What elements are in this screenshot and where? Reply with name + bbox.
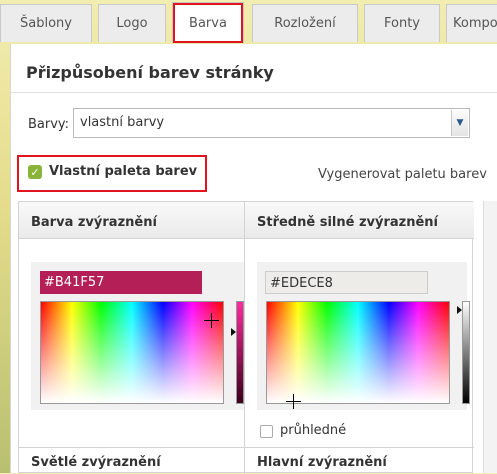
tab-label: Rozložení	[274, 16, 336, 31]
color-panel: Přizpůsobení barev stránky Barvy: vlastn…	[10, 44, 497, 474]
custom-palette-option[interactable]: ✓ Vlastní paleta barev	[17, 155, 207, 192]
column-header-medium-accent: Středně silné zvýraznění	[245, 202, 474, 239]
highlight-frame	[173, 3, 243, 43]
colors-select[interactable]: vlastní barvy ▼	[73, 108, 470, 138]
checkmark-icon[interactable]: ✓	[28, 165, 42, 179]
divider	[244, 202, 245, 474]
color-picker-medium-accent: #EDECE8	[257, 262, 470, 410]
color-spectrum[interactable]	[266, 301, 450, 409]
tab-layout[interactable]: Rozložení	[252, 4, 358, 42]
crosshair-icon	[204, 313, 219, 328]
generate-palette-link[interactable]: Vygenerovat paletu barev	[318, 167, 487, 182]
custom-palette-label: Vlastní paleta barev	[49, 164, 198, 179]
tab-label: Kompo	[453, 16, 497, 31]
transparent-checkbox[interactable]	[260, 425, 273, 438]
divider	[11, 92, 497, 93]
shade-slider[interactable]	[236, 301, 244, 404]
light-accent-label: Světlé zvýraznění	[31, 455, 161, 470]
tab-templates[interactable]: Šablony	[0, 4, 92, 42]
shade-slider[interactable]	[462, 301, 470, 404]
transparent-label: průhledné	[280, 423, 347, 438]
tab-logo[interactable]: Logo	[98, 4, 166, 42]
divider	[19, 447, 474, 448]
panel-title: Přizpůsobení barev stránky	[26, 63, 274, 82]
column-header-accent: Barva zvýraznění	[19, 202, 244, 239]
tab-color[interactable]: Barva	[172, 2, 244, 43]
slider-arrow-icon	[457, 306, 462, 314]
tab-fonts[interactable]: Fonty	[364, 4, 440, 42]
tab-bar: Šablony Logo Barva Rozložení Fonty Kompo	[0, 0, 497, 45]
tab-label: Logo	[116, 16, 148, 31]
slider-arrow-icon	[231, 328, 236, 336]
scrollbar[interactable]	[483, 201, 497, 473]
colors-select-value: vlastní barvy	[80, 115, 165, 130]
tab-components[interactable]: Kompo	[446, 4, 497, 42]
tab-label: Šablony	[20, 16, 72, 31]
color-spectrum[interactable]	[40, 301, 224, 404]
color-grid: Barva zvýraznění Středně silné zvýrazněn…	[18, 201, 474, 474]
chevron-down-icon[interactable]: ▼	[451, 110, 468, 136]
hex-input-accent[interactable]: #B41F57	[40, 271, 202, 294]
colors-label: Barvy:	[28, 117, 70, 132]
color-picker-accent: #B41F57	[31, 262, 244, 410]
main-accent-label: Hlavní zvýraznění	[257, 455, 387, 470]
tab-label: Fonty	[384, 16, 420, 31]
crosshair-icon	[286, 394, 301, 409]
hex-input-medium-accent[interactable]: #EDECE8	[265, 271, 428, 294]
